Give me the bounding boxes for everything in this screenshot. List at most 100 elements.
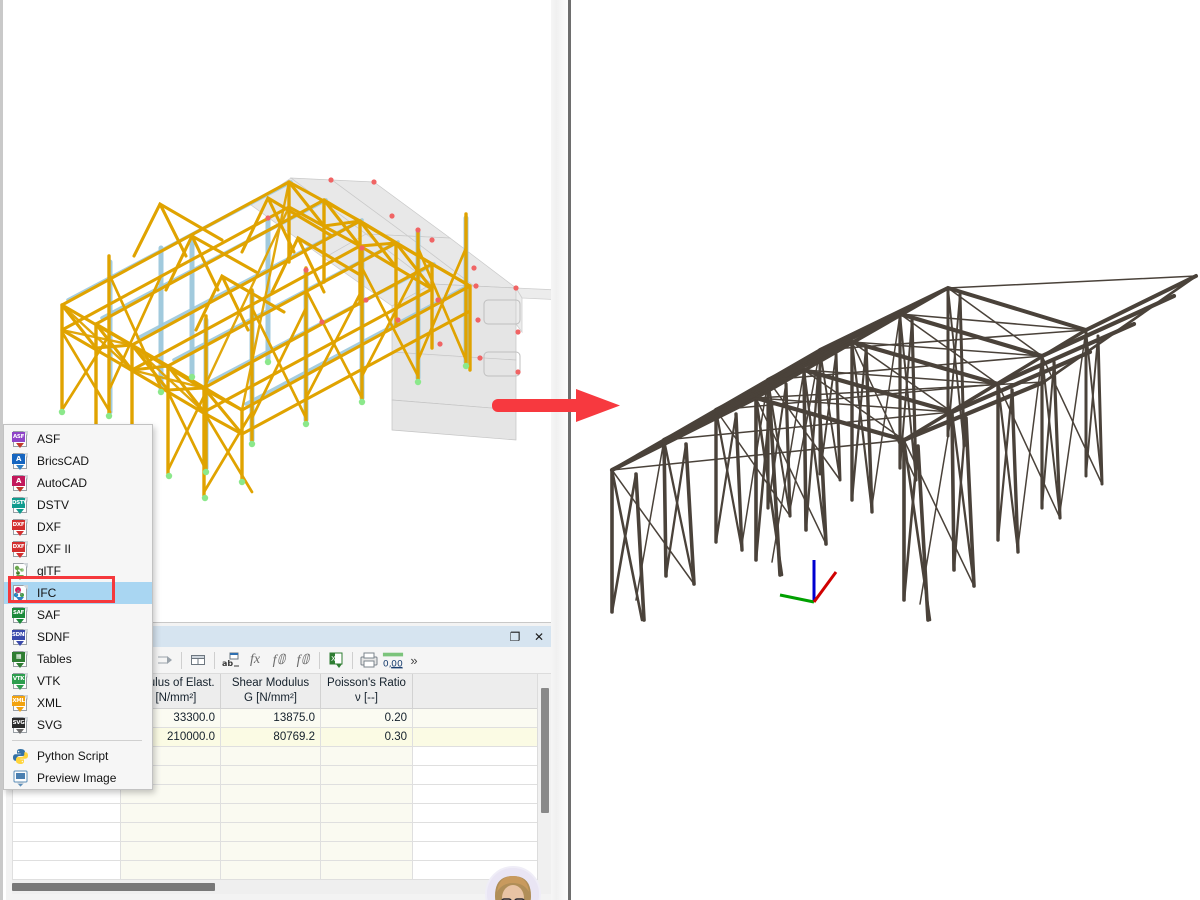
col-shear-modulus[interactable]: Shear Modulus G [N/mm²] <box>220 674 321 709</box>
menu-item-label: DXF <box>37 520 61 534</box>
restore-button[interactable]: ❐ <box>503 626 527 647</box>
menu-item-label: AutoCAD <box>37 476 88 490</box>
menu-item-label: ASF <box>37 432 61 446</box>
close-button[interactable]: ✕ <box>527 626 551 647</box>
cell-empty[interactable] <box>320 859 413 880</box>
cell-empty <box>412 821 551 842</box>
cell-filler <box>412 707 551 728</box>
col-filler <box>412 674 551 709</box>
cell-empty[interactable] <box>220 783 321 804</box>
svg-text:X: X <box>331 655 336 663</box>
toolbar-separator <box>214 651 215 669</box>
cell-poisson-ratio[interactable]: 0.30 <box>320 726 413 747</box>
menu-item-tables[interactable]: ▦ Tables <box>4 648 152 670</box>
menu-item-label: Python Script <box>37 749 109 763</box>
function-info-icon[interactable]: f𝟘 <box>292 649 314 671</box>
cell-empty[interactable] <box>220 764 321 785</box>
function-fx-icon[interactable]: fx <box>244 649 266 671</box>
menu-item-bricscad[interactable]: A BricsCAD <box>4 450 152 472</box>
menu-item-ifc[interactable]: IFC <box>4 582 152 604</box>
cell-empty[interactable] <box>120 840 221 861</box>
menu-item-label: IFC <box>37 586 57 600</box>
menu-item-preview-image[interactable]: Preview Image <box>4 767 152 789</box>
cell-empty[interactable] <box>220 821 321 842</box>
menu-item-label: DSTV <box>37 498 70 512</box>
table-row[interactable] <box>12 840 551 861</box>
cell-empty[interactable] <box>12 802 121 823</box>
export-format-context-menu[interactable]: ASF ASF A BricsCAD A AutoCAD DSTV DSTV D… <box>3 424 153 790</box>
svg-text:ab: ab <box>222 659 233 668</box>
cell-empty[interactable] <box>220 802 321 823</box>
dxf-file-icon: DXF <box>12 518 29 536</box>
table-row[interactable] <box>12 859 551 880</box>
cell-empty[interactable] <box>120 821 221 842</box>
cell-empty[interactable] <box>120 802 221 823</box>
cell-shear-modulus[interactable]: 13875.0 <box>220 707 321 728</box>
autocad-file-icon: A <box>12 474 29 492</box>
cell-empty[interactable] <box>12 859 121 880</box>
col-header-line1: Shear Modulus <box>231 677 310 690</box>
cell-poisson-ratio[interactable]: 0.20 <box>320 707 413 728</box>
grid-horizontal-scroll-thumb[interactable] <box>12 883 215 891</box>
cell-empty[interactable] <box>12 840 121 861</box>
menu-item-label: SDNF <box>37 630 70 644</box>
menu-item-label: Tables <box>37 652 72 666</box>
toolbar-overflow-button[interactable]: » <box>406 653 422 668</box>
cell-empty[interactable] <box>320 745 413 766</box>
table-view-icon[interactable] <box>187 649 209 671</box>
table-row[interactable] <box>12 802 551 823</box>
cell-empty[interactable] <box>320 764 413 785</box>
text-format-icon[interactable]: ab <box>220 649 242 671</box>
menu-item-gltf[interactable]: glTF <box>4 560 152 582</box>
print-table-icon[interactable] <box>358 649 380 671</box>
grid-horizontal-scrollbar[interactable] <box>12 880 551 894</box>
cell-empty <box>412 802 551 823</box>
decimal-places-icon[interactable]: 0, 00 <box>382 649 404 671</box>
menu-item-vtk[interactable]: VTK VTK <box>4 670 152 692</box>
cell-empty[interactable] <box>320 840 413 861</box>
menu-item-asf[interactable]: ASF ASF <box>4 428 152 450</box>
asf-file-icon: ASF <box>12 430 29 448</box>
menu-item-label: Preview Image <box>37 771 117 785</box>
cell-empty[interactable] <box>12 821 121 842</box>
menu-item-svg[interactable]: SVG SVG <box>4 714 152 736</box>
cell-empty <box>412 764 551 785</box>
menu-separator <box>12 740 142 741</box>
menu-item-xml[interactable]: XML XML <box>4 692 152 714</box>
col-header-line2: ν [--] <box>355 691 378 704</box>
bricscad-file-icon: A <box>12 452 29 470</box>
cell-shear-modulus[interactable]: 80769.2 <box>220 726 321 747</box>
menu-item-dxf[interactable]: DXF DXF <box>4 516 152 538</box>
cell-filler <box>412 726 551 747</box>
cell-empty <box>412 745 551 766</box>
avatar-photo <box>487 868 539 900</box>
col-poisson-ratio[interactable]: Poisson's Ratio ν [--] <box>320 674 413 709</box>
cell-empty[interactable] <box>320 783 413 804</box>
menu-item-dxf-ii[interactable]: DXF DXF II <box>4 538 152 560</box>
table-row[interactable] <box>12 821 551 842</box>
cell-empty[interactable] <box>320 821 413 842</box>
function-delete-icon[interactable]: f𝟘 <box>268 649 290 671</box>
cell-empty[interactable] <box>120 859 221 880</box>
menu-item-saf[interactable]: SAF SAF <box>4 604 152 626</box>
export-excel-icon[interactable]: X <box>325 649 347 671</box>
toolbar-separator <box>319 651 320 669</box>
model-viewport-right[interactable] <box>574 0 1200 900</box>
cell-empty[interactable] <box>220 840 321 861</box>
col-header-line1: Poisson's Ratio <box>327 677 406 690</box>
toolbar-separator <box>181 651 182 669</box>
cell-empty[interactable] <box>220 745 321 766</box>
cell-empty[interactable] <box>220 859 321 880</box>
menu-item-sdnf[interactable]: SDNF SDNF <box>4 626 152 648</box>
menu-item-label: DXF II <box>37 542 72 556</box>
toolbar-separator <box>352 651 353 669</box>
menu-item-dstv[interactable]: DSTV DSTV <box>4 494 152 516</box>
move-right-icon[interactable] <box>154 649 176 671</box>
grid-vertical-scroll-thumb[interactable] <box>541 688 549 813</box>
grid-vertical-scrollbar[interactable] <box>537 674 551 893</box>
cell-empty[interactable] <box>320 802 413 823</box>
sdnf-file-icon: SDNF <box>12 628 29 646</box>
menu-item-autocad[interactable]: A AutoCAD <box>4 472 152 494</box>
menu-item-python-script[interactable]: Python Script <box>4 745 152 767</box>
cell-empty <box>412 783 551 804</box>
